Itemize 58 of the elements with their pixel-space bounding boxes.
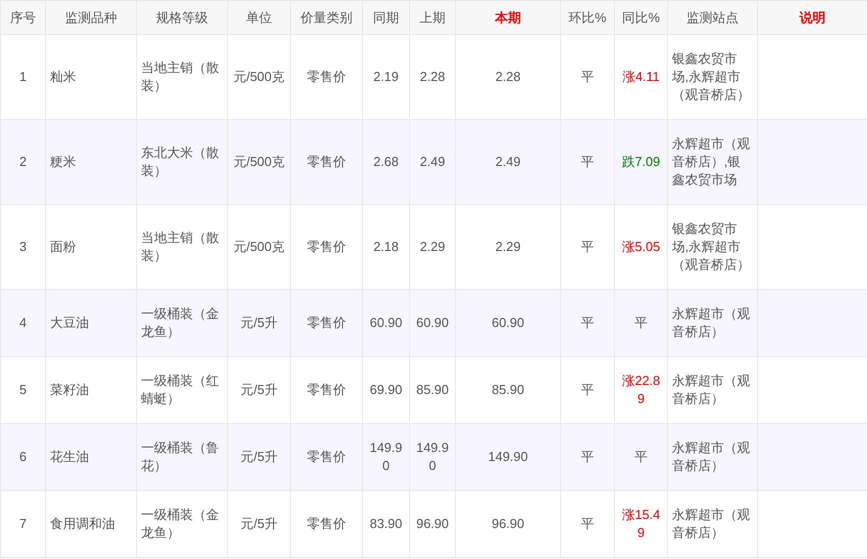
table-cell: 零售价 — [290, 120, 362, 204]
table-cell: 永辉超市（观音桥店）,银鑫农贸市场 — [668, 120, 758, 204]
table-cell: 涨15.49 — [614, 490, 668, 558]
table-cell: 149.90 — [456, 424, 560, 490]
table-cell: 元/5升 — [228, 290, 290, 356]
table-cell: 零售价 — [290, 424, 362, 490]
table-cell: 3 — [0, 204, 46, 290]
table-cell: 4 — [0, 290, 46, 356]
table-cell: 2.49 — [456, 120, 560, 204]
table-cell: 永辉超市（观音桥店） — [668, 424, 758, 490]
table-cell: 83.90 — [362, 490, 410, 558]
table-cell: 2.68 — [362, 120, 410, 204]
table-cell: 7 — [0, 490, 46, 558]
column-header: 说明 — [758, 0, 867, 34]
table-cell: 60.90 — [410, 290, 456, 356]
table-cell: 平 — [560, 120, 614, 204]
table-cell: 花生油 — [46, 424, 136, 490]
table-cell: 跌7.09 — [614, 120, 668, 204]
table-cell: 元/5升 — [228, 490, 290, 558]
table-cell: 60.90 — [456, 290, 560, 356]
column-header: 本期 — [456, 0, 560, 34]
table-cell: 平 — [614, 290, 668, 356]
table-cell: 一级桶装（金龙鱼） — [136, 290, 228, 356]
table-cell: 粳米 — [46, 120, 136, 204]
table-cell: 60.90 — [362, 290, 410, 356]
column-header: 同比% — [614, 0, 668, 34]
table-cell: 一级桶装（鲁花） — [136, 424, 228, 490]
column-header: 监测品种 — [46, 0, 136, 34]
table-cell: 平 — [614, 424, 668, 490]
column-header: 上期 — [410, 0, 456, 34]
table-cell: 一级桶装（金龙鱼） — [136, 490, 228, 558]
table-cell: 149.90 — [362, 424, 410, 490]
column-header: 监测站点 — [668, 0, 758, 34]
table-cell: 1 — [0, 34, 46, 120]
table-cell: 零售价 — [290, 490, 362, 558]
table-cell: 零售价 — [290, 290, 362, 356]
table-cell: 永辉超市（观音桥店） — [668, 290, 758, 356]
table-cell: 2 — [0, 120, 46, 204]
table-cell: 永辉超市（观音桥店） — [668, 490, 758, 558]
table-cell: 2.49 — [410, 120, 456, 204]
column-header: 价量类别 — [290, 0, 362, 34]
table-cell: 元/5升 — [228, 424, 290, 490]
column-header: 环比% — [560, 0, 614, 34]
table-cell: 食用调和油 — [46, 490, 136, 558]
table-cell: 96.90 — [456, 490, 560, 558]
column-header: 规格等级 — [136, 0, 228, 34]
column-header: 同期 — [362, 0, 410, 34]
table-cell: 元/500克 — [228, 120, 290, 204]
table-cell: 平 — [560, 290, 614, 356]
table-cell: 平 — [560, 490, 614, 558]
column-header: 单位 — [228, 0, 290, 34]
table-cell: 平 — [560, 424, 614, 490]
column-header: 序号 — [0, 0, 46, 34]
table-cell: 大豆油 — [46, 290, 136, 356]
table-cell: 6 — [0, 424, 46, 490]
table-cell: 149.90 — [410, 424, 456, 490]
table-cell: 东北大米（散装） — [136, 120, 228, 204]
table-cell: 96.90 — [410, 490, 456, 558]
